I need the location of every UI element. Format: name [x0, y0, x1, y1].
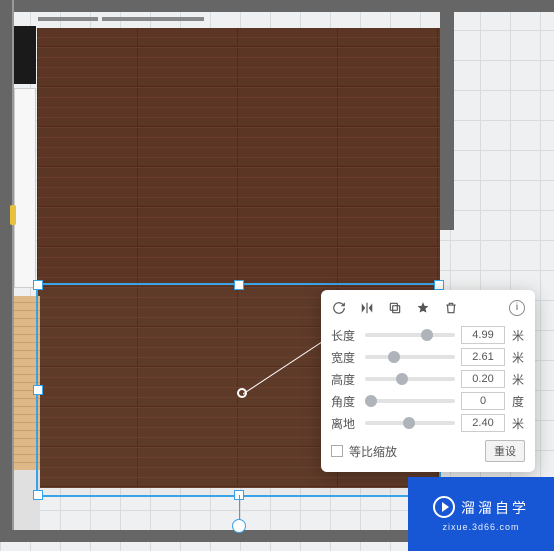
property-unit: 米 [511, 349, 525, 366]
property-slider[interactable] [365, 421, 455, 425]
property-row-1: 宽度 2.61 米 [331, 348, 525, 366]
property-value[interactable]: 2.40 [461, 414, 505, 432]
reset-button[interactable]: 重设 [485, 440, 525, 462]
property-row-0: 长度 4.99 米 [331, 326, 525, 344]
copy-icon[interactable] [387, 300, 403, 316]
resize-handle-tl[interactable] [33, 280, 43, 290]
wall-top [0, 0, 554, 12]
property-label: 离地 [331, 415, 359, 432]
window-marker [38, 17, 98, 21]
canvas-grid[interactable]: i 长度4.99米宽度2.61米高度0.20米角度0度离地2.40米 等比缩放 … [0, 0, 554, 551]
property-slider[interactable] [365, 377, 455, 381]
property-value[interactable]: 2.61 [461, 348, 505, 366]
property-label: 高度 [331, 371, 359, 388]
property-unit: 度 [511, 393, 525, 410]
info-icon[interactable]: i [509, 300, 525, 316]
watermark-title: 溜溜自学 [461, 498, 529, 518]
property-label: 长度 [331, 327, 359, 344]
decor-yellow [10, 205, 16, 225]
property-row-2: 高度 0.20 米 [331, 370, 525, 388]
property-row-4: 离地 2.40 米 [331, 414, 525, 432]
panel-toolbar: i [331, 298, 525, 318]
property-label: 宽度 [331, 349, 359, 366]
mirror-icon[interactable] [359, 300, 375, 316]
resize-handle-tm[interactable] [234, 280, 244, 290]
resize-handle-bl[interactable] [33, 490, 43, 500]
property-slider[interactable] [365, 355, 455, 359]
wall-left [0, 0, 14, 540]
watermark-sub: zixue.3d66.com [442, 522, 519, 532]
resize-handle-tr[interactable] [434, 280, 444, 290]
property-slider[interactable] [365, 399, 455, 403]
property-unit: 米 [511, 415, 525, 432]
property-label: 角度 [331, 393, 359, 410]
delete-icon[interactable] [443, 300, 459, 316]
favorite-icon[interactable] [415, 300, 431, 316]
window-marker [102, 17, 204, 21]
center-anchor[interactable] [237, 388, 247, 398]
property-unit: 米 [511, 327, 525, 344]
rotate-icon[interactable] [331, 300, 347, 316]
proportional-label: 等比缩放 [349, 443, 397, 460]
property-slider[interactable] [365, 333, 455, 337]
property-panel: i 长度4.99米宽度2.61米高度0.20米角度0度离地2.40米 等比缩放 … [321, 290, 535, 472]
wall-right [440, 0, 454, 230]
proportional-checkbox[interactable] [331, 445, 343, 457]
property-value[interactable]: 4.99 [461, 326, 505, 344]
property-value[interactable]: 0.20 [461, 370, 505, 388]
rotate-handle[interactable] [232, 519, 246, 533]
resize-handle-ml[interactable] [33, 385, 43, 395]
property-unit: 米 [511, 371, 525, 388]
play-icon [433, 496, 455, 518]
property-value[interactable]: 0 [461, 392, 505, 410]
property-row-3: 角度 0度 [331, 392, 525, 410]
cabinet-dark [14, 26, 36, 84]
cabinet-white [14, 88, 36, 288]
watermark: 溜溜自学 zixue.3d66.com [408, 477, 554, 551]
